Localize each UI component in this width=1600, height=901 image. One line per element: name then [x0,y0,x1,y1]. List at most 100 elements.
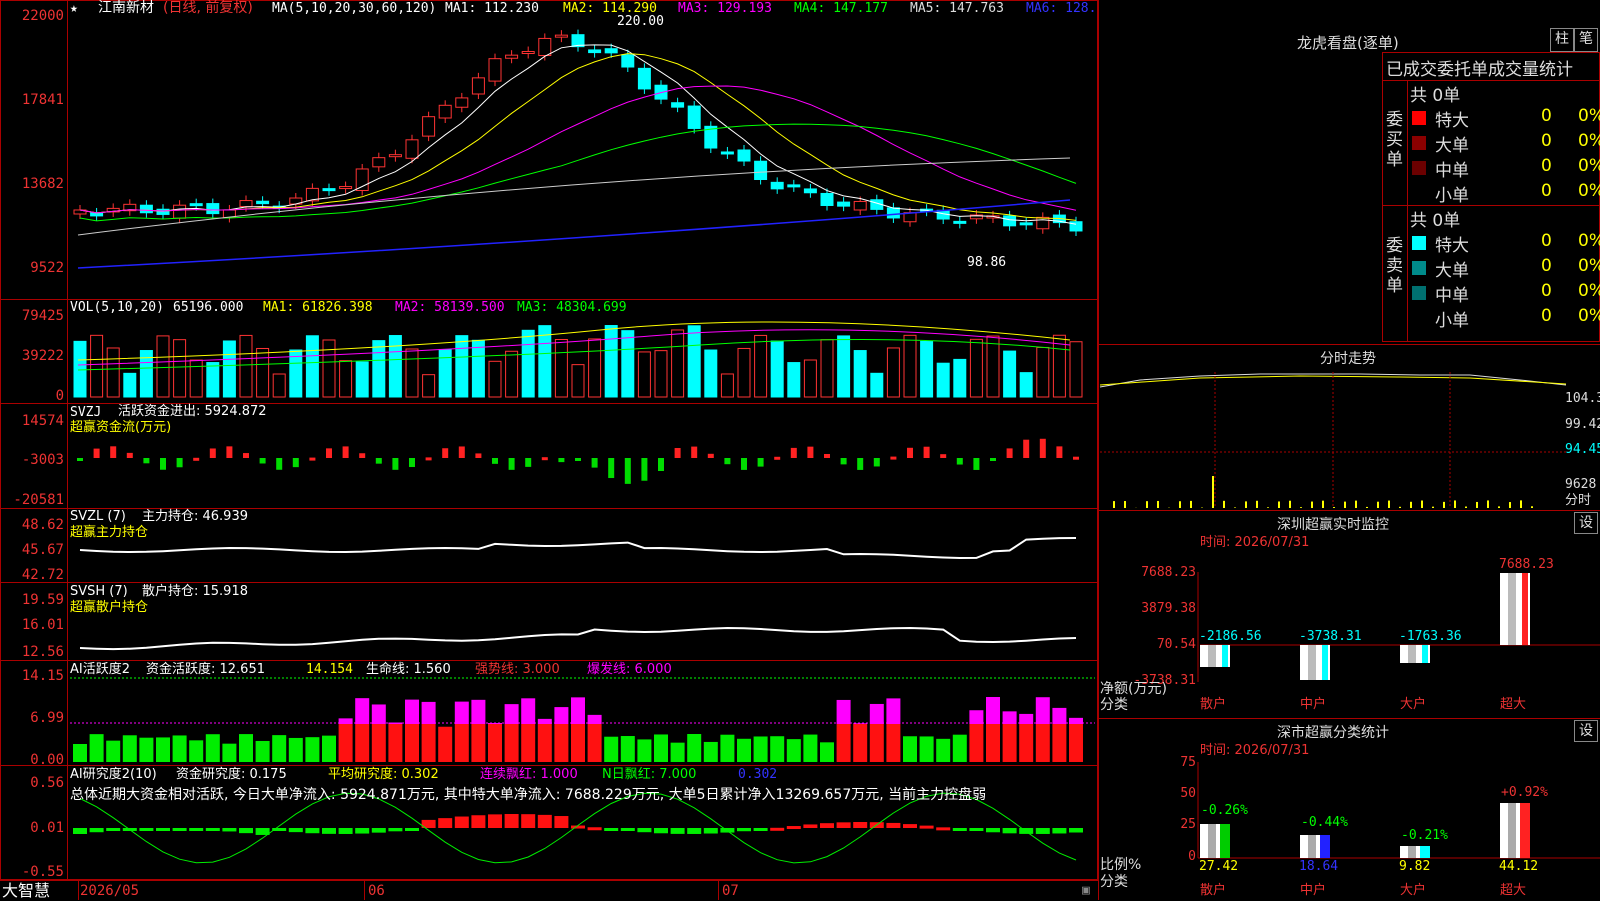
zhu-button[interactable]: 柱 [1550,28,1574,52]
candle-body [589,50,601,53]
research-bar [986,828,1000,832]
active-bar [173,735,187,762]
svzl-label: 主力持仓: 46.939 [142,510,248,524]
chart-canvas[interactable] [0,0,1098,900]
ma-line [80,54,1076,221]
candle-body [356,169,368,191]
price-axis-label: 22000 [0,8,64,24]
research-bar [189,828,203,831]
volume-bar [937,363,949,397]
svzj-bar [608,458,614,478]
svzj-bar [210,448,216,458]
svzj-bar [326,448,332,458]
sell-row-pct: 0% [1578,306,1600,326]
ma-line [80,86,1076,213]
svzj-bar [359,453,365,458]
class-bar-value: 9.82 [1399,860,1430,874]
intraday-axis-label: 104.3 [1565,392,1600,406]
research-bar [1069,828,1083,833]
candle-body [489,59,501,81]
bi-button[interactable]: 笔 [1574,28,1598,52]
order-stats-title: 已成交委托单成交量统计 [1386,55,1573,80]
active-axis-label: 6.99 [0,710,64,726]
active-bar [488,724,502,762]
research-bar [604,828,618,831]
active-bar [770,736,784,762]
stock-name: 江南新材 [98,1,154,15]
candle-body [406,140,418,158]
active-bar [571,724,585,762]
research-bar [803,824,817,828]
buy-side-label: 委买单 [1386,110,1404,170]
sell-row-pct: 0% [1578,256,1600,276]
sell-row-name: 中单 [1435,281,1469,306]
classify-time: 时间: 2026/07/31 [1200,744,1309,758]
active-bar-top [339,718,353,724]
ratio-label: 比例% [1100,858,1141,872]
active-bar [272,735,286,762]
active-bar [156,737,170,762]
date-tick [364,880,365,900]
research-bar [289,828,303,832]
active-axis-label: 14.15 [0,668,64,684]
active-bar [837,724,851,762]
intraday-panel[interactable] [1098,344,1600,510]
active-bar [654,734,668,762]
vol-ma1: MA1: 61826.398 [263,301,373,315]
research-bar [554,816,568,828]
low-price-label: 98.86 [967,256,1006,270]
research-avg: 平均研究度: 0.302 [328,768,439,782]
vol-value: 65196.000 [173,301,243,315]
research-bar [388,828,402,831]
volume-bar [804,360,816,397]
volume-bar [572,365,584,397]
svzj-axis-label: -3003 [0,452,64,468]
ma6-value: MA6: 128. [1026,2,1096,16]
date-label: 07 [722,884,739,898]
volume-bar [506,351,518,397]
high-price-label: 220.00 [617,15,664,29]
volume-bar [1070,342,1082,397]
candle-body [257,201,269,203]
monitor-bar-label: 散户 [1200,698,1226,712]
active-bar-top [538,719,552,724]
svzl-axis-label: 48.62 [0,517,64,533]
ma5-value: MA5: 147.763 [910,2,1004,16]
volume-bar [456,336,468,397]
monitor-bar-value: -2186.56 [1199,630,1262,644]
class-bar-value: 44.12 [1499,860,1538,874]
research-bar [538,815,552,828]
candle-body [605,49,617,53]
active-bar [737,739,751,762]
volume-bar [340,361,352,397]
settings-button[interactable]: 设 [1574,720,1598,742]
star-icon[interactable]: ★ [70,2,78,16]
candle-body [240,201,252,207]
vol-params: VOL(5,10,20) [70,301,164,315]
settings-button[interactable]: 设 [1574,512,1598,534]
buy-row-pct: 0% [1578,156,1600,176]
svzj-bar [558,458,564,462]
research-bar [471,815,485,828]
active-bar-top [986,697,1000,724]
candle-body [638,68,650,89]
research-bar [256,828,270,835]
research-bar [1052,828,1066,833]
volume-bar [655,351,667,397]
volume-bar [306,336,318,397]
active-bar [953,735,967,762]
candle-body [539,38,551,55]
research-axis-label: 0.01 [0,820,64,836]
candle-body [854,201,866,210]
volume-bar [788,363,800,397]
ma4-value: MA4: 147.177 [794,2,888,16]
active-bar-top [355,698,369,724]
volume-bar [273,374,285,397]
svsh-name: SVSH (7) [70,585,128,599]
svzj-bar [1056,446,1062,458]
candle-body [522,52,534,54]
lock-icon[interactable]: ▣ [1082,884,1090,898]
volume-bar [539,326,551,397]
volume-bar [439,349,451,397]
active-bar [405,724,419,762]
